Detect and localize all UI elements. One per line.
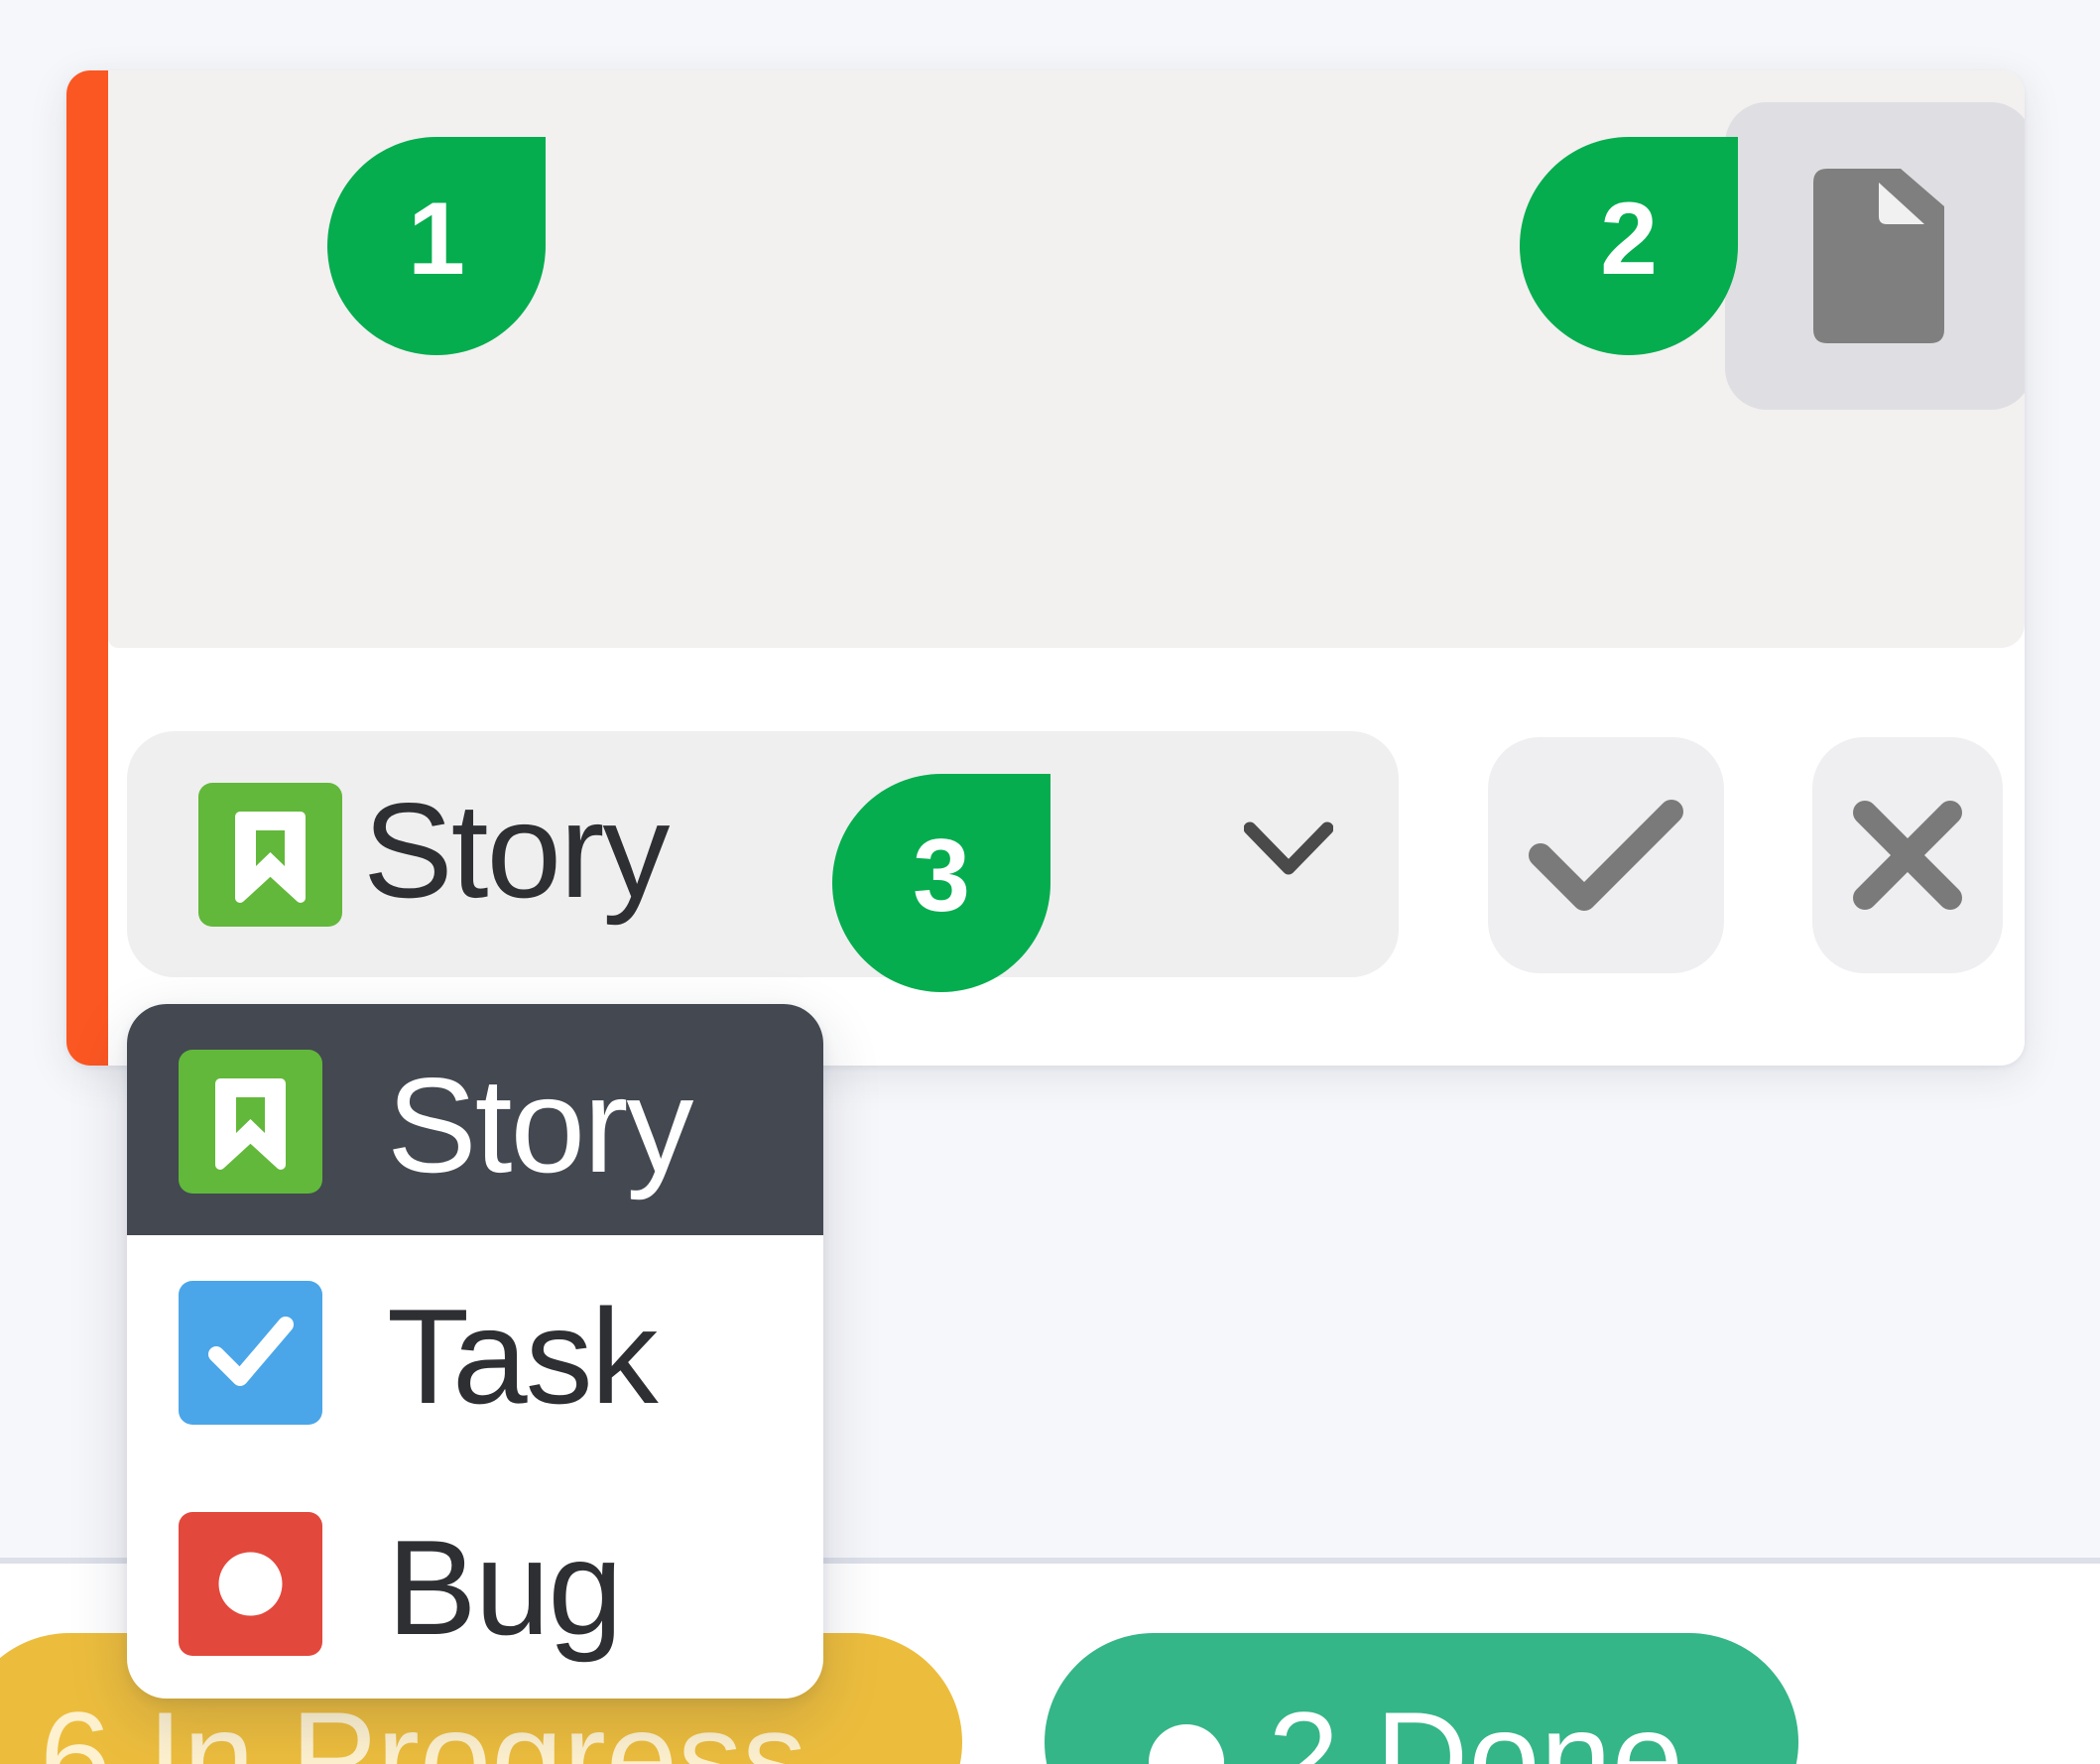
done-label: 2 Done — [1268, 1685, 1684, 1764]
bookmark-icon — [179, 1050, 322, 1194]
issue-type-select[interactable]: Story — [127, 731, 1399, 977]
dropdown-item-label: Bug — [387, 1512, 623, 1663]
close-icon — [1853, 801, 1962, 910]
dropdown-item-label: Story — [387, 1050, 693, 1200]
dropdown-item-label: Task — [387, 1281, 659, 1432]
bug-dot-icon — [179, 1512, 322, 1656]
checkmark-icon — [1529, 800, 1683, 911]
confirm-button[interactable] — [1488, 737, 1724, 973]
done-filter-pill[interactable]: 2 Done — [1045, 1633, 1798, 1764]
issue-type-dropdown: Story Task Bug — [127, 1004, 823, 1699]
marker-1: 1 — [327, 137, 546, 355]
document-icon — [1813, 169, 1944, 343]
marker-2: 2 — [1520, 137, 1738, 355]
chevron-down-icon — [1244, 821, 1333, 875]
checkbox-icon — [179, 1281, 322, 1425]
done-dot-icon — [1149, 1724, 1224, 1764]
issue-type-value: Story — [363, 775, 670, 926]
dropdown-item-bug[interactable]: Bug — [127, 1466, 823, 1698]
cancel-button[interactable] — [1812, 737, 2003, 973]
dropdown-item-story[interactable]: Story — [127, 1004, 823, 1235]
story-bookmark-icon — [198, 783, 342, 927]
dropdown-item-task[interactable]: Task — [127, 1235, 823, 1466]
attach-document-button[interactable] — [1725, 102, 2025, 410]
card-priority-accent — [66, 70, 108, 1066]
marker-3: 3 — [832, 774, 1050, 992]
